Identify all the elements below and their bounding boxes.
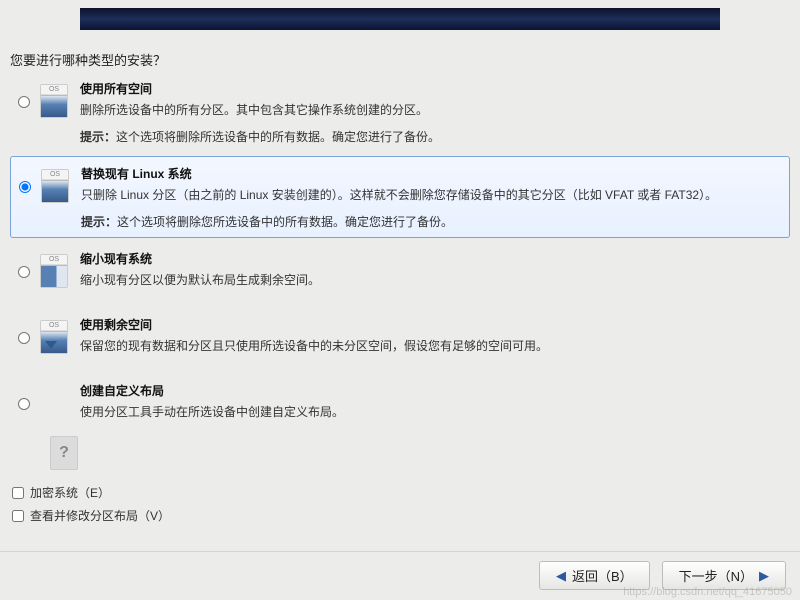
option-text: 替换现有 Linux 系统 只删除 Linux 分区（由之前的 Linux 安装… [81,163,781,231]
option-use-free-space[interactable]: OS 使用剩余空间 保留您的现有数据和分区且只使用所选设备中的未分区空间，假设您… [10,308,790,370]
review-layout-checkbox-row[interactable]: 查看并修改分区布局（V） [12,507,170,524]
hint-body: 这个选项将删除所选设备中的所有数据。确定您进行了备份。 [116,130,440,144]
install-options-group: OS 使用所有空间 删除所选设备中的所有分区。其中包含其它操作系统创建的分区。 … [10,72,790,439]
arrow-left-icon: ◀ [556,568,566,584]
option-shrink-system[interactable]: OS 缩小现有系统 缩小现有分区以便为默认布局生成剩余空间。 [10,242,790,304]
option-use-all-space-radio[interactable] [18,96,30,108]
option-text: 缩小现有系统 缩小现有分区以便为默认布局生成剩余空间。 [80,248,782,298]
review-layout-label: 查看并修改分区布局（V） [30,507,170,524]
back-button-label: 返回（B） [572,566,633,585]
option-title: 使用剩余空间 [80,316,782,333]
option-text: 使用剩余空间 保留您的现有数据和分区且只使用所选设备中的未分区空间，假设您有足够… [80,314,782,364]
option-shrink-system-radio[interactable] [18,266,30,278]
option-text: 创建自定义布局 使用分区工具手动在所选设备中创建自定义布局。 [80,380,782,430]
bottom-checkboxes: 加密系统（E） 查看并修改分区布局（V） [12,484,170,530]
option-use-all-space[interactable]: OS 使用所有空间 删除所选设备中的所有分区。其中包含其它操作系统创建的分区。 … [10,72,790,152]
hint-body: 这个选项将删除您所选设备中的所有数据。确定您进行了备份。 [117,215,453,229]
next-button[interactable]: 下一步（N） ▶ [662,561,786,590]
encrypt-system-checkbox-row[interactable]: 加密系统（E） [12,484,170,501]
option-custom-layout-radio[interactable] [18,398,30,410]
option-title: 替换现有 Linux 系统 [81,165,781,182]
option-description: 保留您的现有数据和分区且只使用所选设备中的未分区空间，假设您有足够的空间可用。 [80,337,782,356]
disk-shrink-icon: OS [40,254,68,288]
option-hint: 提示：这个选项将删除您所选设备中的所有数据。确定您进行了备份。 [81,213,781,232]
option-description: 只删除 Linux 分区（由之前的 Linux 安装创建的）。这样就不会删除您存… [81,186,781,205]
disk-replace-icon: OS [41,169,69,203]
review-layout-checkbox[interactable] [12,510,24,522]
option-description: 删除所选设备中的所有分区。其中包含其它操作系统创建的分区。 [80,101,782,120]
option-description: 使用分区工具手动在所选设备中创建自定义布局。 [80,403,782,422]
encrypt-system-checkbox[interactable] [12,487,24,499]
footer-buttons: ◀ 返回（B） 下一步（N） ▶ [539,561,786,590]
option-title: 使用所有空间 [80,80,782,97]
hint-label: 提示： [81,215,117,229]
option-title: 缩小现有系统 [80,250,782,267]
option-text: 使用所有空间 删除所选设备中的所有分区。其中包含其它操作系统创建的分区。 提示：… [80,78,782,146]
arrow-right-icon: ▶ [759,568,769,584]
back-button[interactable]: ◀ 返回（B） [539,561,650,590]
footer-separator [0,551,800,552]
header-banner [80,8,720,30]
option-replace-linux[interactable]: OS 替换现有 Linux 系统 只删除 Linux 分区（由之前的 Linux… [10,156,790,238]
encrypt-system-label: 加密系统（E） [30,484,110,501]
disk-free-icon: OS [40,320,68,354]
option-hint: 提示：这个选项将删除所选设备中的所有数据。确定您进行了备份。 [80,128,782,147]
disk-custom-icon [50,436,78,470]
option-replace-linux-radio[interactable] [19,181,31,193]
install-type-question: 您要进行哪种类型的安装？ [10,50,166,69]
disk-all-icon: OS [40,84,68,118]
option-description: 缩小现有分区以便为默认布局生成剩余空间。 [80,271,782,290]
next-button-label: 下一步（N） [679,566,753,585]
hint-label: 提示： [80,130,116,144]
option-use-free-space-radio[interactable] [18,332,30,344]
option-custom-layout[interactable]: 创建自定义布局 使用分区工具手动在所选设备中创建自定义布局。 [10,374,790,436]
option-title: 创建自定义布局 [80,382,782,399]
